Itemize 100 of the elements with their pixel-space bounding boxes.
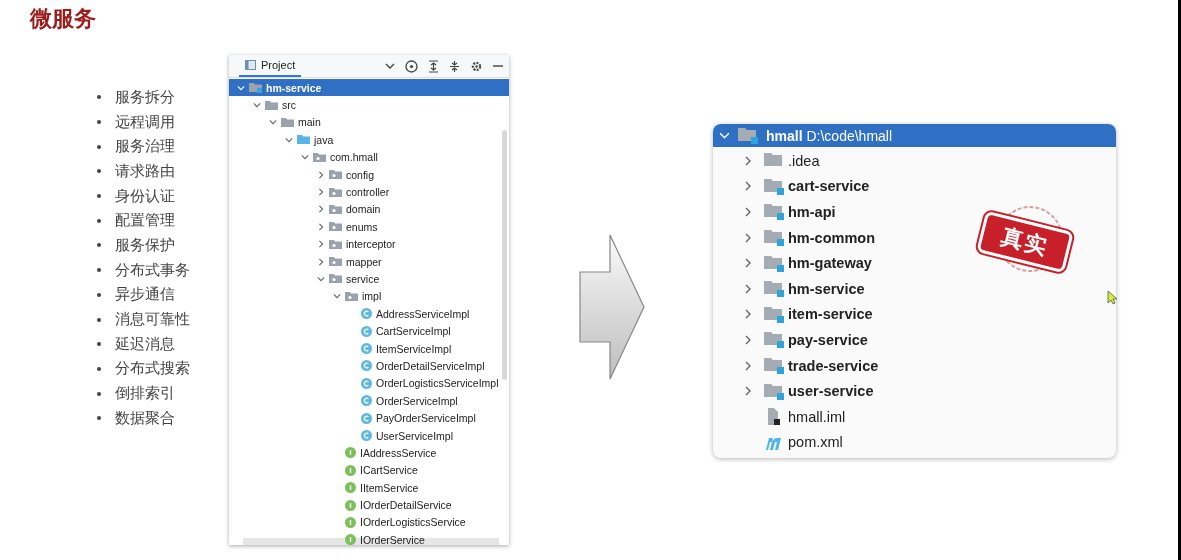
tree-item[interactable]: ICartService — [229, 461, 509, 479]
chevron-right-icon[interactable] — [317, 222, 325, 231]
tree-item[interactable]: OrderServiceImpl — [229, 392, 509, 410]
chevron-down-icon[interactable] — [285, 135, 293, 144]
chevron-right-icon[interactable] — [317, 188, 325, 197]
topic-item: 服务拆分 — [115, 87, 175, 107]
tree-item[interactable]: cart-service — [713, 173, 870, 200]
topic-item: 请求路由 — [115, 161, 175, 181]
class-icon — [361, 308, 372, 320]
package-folder-icon — [313, 151, 326, 163]
class-icon — [361, 430, 372, 441]
interface-icon — [345, 516, 356, 528]
tree-item[interactable]: pay-service — [713, 327, 868, 353]
package-folder-icon — [329, 169, 342, 181]
chevron-down-icon[interactable] — [253, 101, 261, 110]
package-folder-icon — [329, 273, 342, 285]
module-folder-icon — [764, 229, 784, 247]
tree-item[interactable]: IAddressService — [229, 444, 509, 462]
chevron-right-icon[interactable] — [743, 360, 753, 371]
tree-item[interactable]: PayOrderServiceImpl — [229, 409, 509, 427]
chevron-right-icon[interactable] — [743, 258, 753, 269]
chevron-right-icon[interactable] — [743, 283, 753, 294]
tree-item[interactable]: hmall.iml — [713, 403, 846, 430]
tree-item[interactable]: OrderLogisticsServiceImpl — [229, 374, 509, 393]
chevron-down-icon[interactable] — [333, 292, 341, 301]
topic-item: 服务保护 — [115, 235, 175, 255]
module-folder-icon — [249, 82, 262, 94]
chevron-right-icon[interactable] — [317, 205, 325, 214]
expand-all-icon[interactable] — [428, 59, 439, 73]
collapse-all-icon[interactable] — [449, 59, 460, 73]
tree-item[interactable]: .idea — [713, 148, 820, 174]
tree-item[interactable]: trade-service — [713, 352, 879, 379]
chevron-right-icon[interactable] — [743, 334, 753, 345]
tree-item[interactable]: interceptor — [229, 235, 509, 253]
tree-item[interactable]: config — [229, 165, 509, 184]
panel-icon — [245, 60, 256, 70]
tree-item[interactable]: IItemService — [229, 479, 509, 497]
bullet-icon — [97, 243, 101, 248]
tree-item[interactable]: IOrderLogisticsService — [229, 513, 509, 532]
tree-item[interactable]: hm-service — [229, 79, 509, 97]
tree-item[interactable]: pom.xml — [713, 429, 843, 456]
folder-icon — [297, 134, 310, 146]
chevron-right-icon[interactable] — [317, 170, 325, 179]
tree-item[interactable]: domain — [229, 200, 509, 219]
topic-item: 远程调用 — [115, 112, 175, 132]
tree-item[interactable]: user-service — [713, 378, 874, 404]
folder-icon — [281, 116, 294, 128]
module-folder-icon — [764, 357, 784, 375]
chevron-right-icon[interactable] — [317, 257, 325, 266]
tree-item[interactable]: OrderDetailServiceImpl — [229, 357, 509, 375]
tree-item[interactable]: AddressServiceImpl — [229, 305, 509, 323]
tree-item[interactable]: com.hmall — [229, 148, 509, 166]
tree-item[interactable]: hm-common — [713, 224, 875, 251]
tree-item[interactable]: controller — [229, 183, 509, 201]
chevron-right-icon[interactable] — [743, 309, 753, 320]
chevron-right-icon[interactable] — [317, 240, 325, 249]
bullet-icon — [97, 366, 101, 371]
tree-item[interactable]: service — [229, 270, 509, 288]
topic-item: 服务治理 — [115, 137, 175, 157]
tree-root-item[interactable]: hmall D:\code\hmall — [713, 124, 1116, 147]
class-icon — [361, 377, 372, 389]
package-folder-icon — [345, 290, 358, 302]
chevron-down-icon[interactable] — [719, 130, 730, 141]
settings-icon[interactable] — [470, 59, 483, 73]
chevron-right-icon[interactable] — [743, 207, 753, 217]
tree-item[interactable]: hm-gateway — [713, 250, 872, 276]
chevron-down-icon[interactable] — [317, 275, 325, 283]
chevron-down-icon[interactable] — [237, 83, 245, 92]
tree-item[interactable]: item-service — [713, 301, 873, 328]
class-icon — [361, 343, 372, 355]
chevron-right-icon[interactable] — [743, 155, 753, 166]
bullet-icon — [97, 268, 101, 273]
tree-item[interactable]: CartServiceImpl — [229, 322, 509, 340]
chevron-right-icon[interactable] — [743, 181, 753, 192]
target-icon[interactable] — [405, 59, 418, 73]
bullet-icon — [97, 292, 101, 297]
tree-item[interactable]: hm-api — [713, 199, 836, 225]
tree-item[interactable]: hm-service — [713, 275, 865, 302]
interface-icon — [345, 499, 356, 511]
tree-item[interactable]: mapper — [229, 252, 509, 271]
topic-item: 身份认证 — [115, 186, 175, 206]
interface-icon — [345, 464, 356, 476]
scrollbar[interactable] — [502, 130, 507, 380]
topic-item: 消息可靠性 — [115, 310, 190, 330]
scrollbar[interactable] — [243, 538, 499, 545]
tree-item[interactable]: java — [229, 131, 509, 149]
chevron-right-icon[interactable] — [743, 232, 753, 243]
tree-item[interactable]: main — [229, 113, 509, 132]
bullet-icon — [97, 416, 101, 421]
tree-item[interactable]: IOrderDetailService — [229, 496, 509, 514]
chevron-right-icon[interactable] — [743, 386, 753, 397]
chevron-down-icon[interactable] — [269, 118, 277, 127]
chevron-down-icon[interactable] — [301, 153, 309, 162]
tree-item[interactable]: UserServiceImpl — [229, 426, 509, 445]
tree-item[interactable]: ItemServiceImpl — [229, 339, 509, 358]
tree-item[interactable]: src — [229, 96, 509, 114]
dropdown-icon[interactable] — [385, 61, 395, 71]
tree-item[interactable]: IOrderService — [229, 531, 509, 545]
tree-item[interactable]: enums — [229, 218, 509, 236]
tree-item[interactable]: impl — [229, 287, 509, 306]
